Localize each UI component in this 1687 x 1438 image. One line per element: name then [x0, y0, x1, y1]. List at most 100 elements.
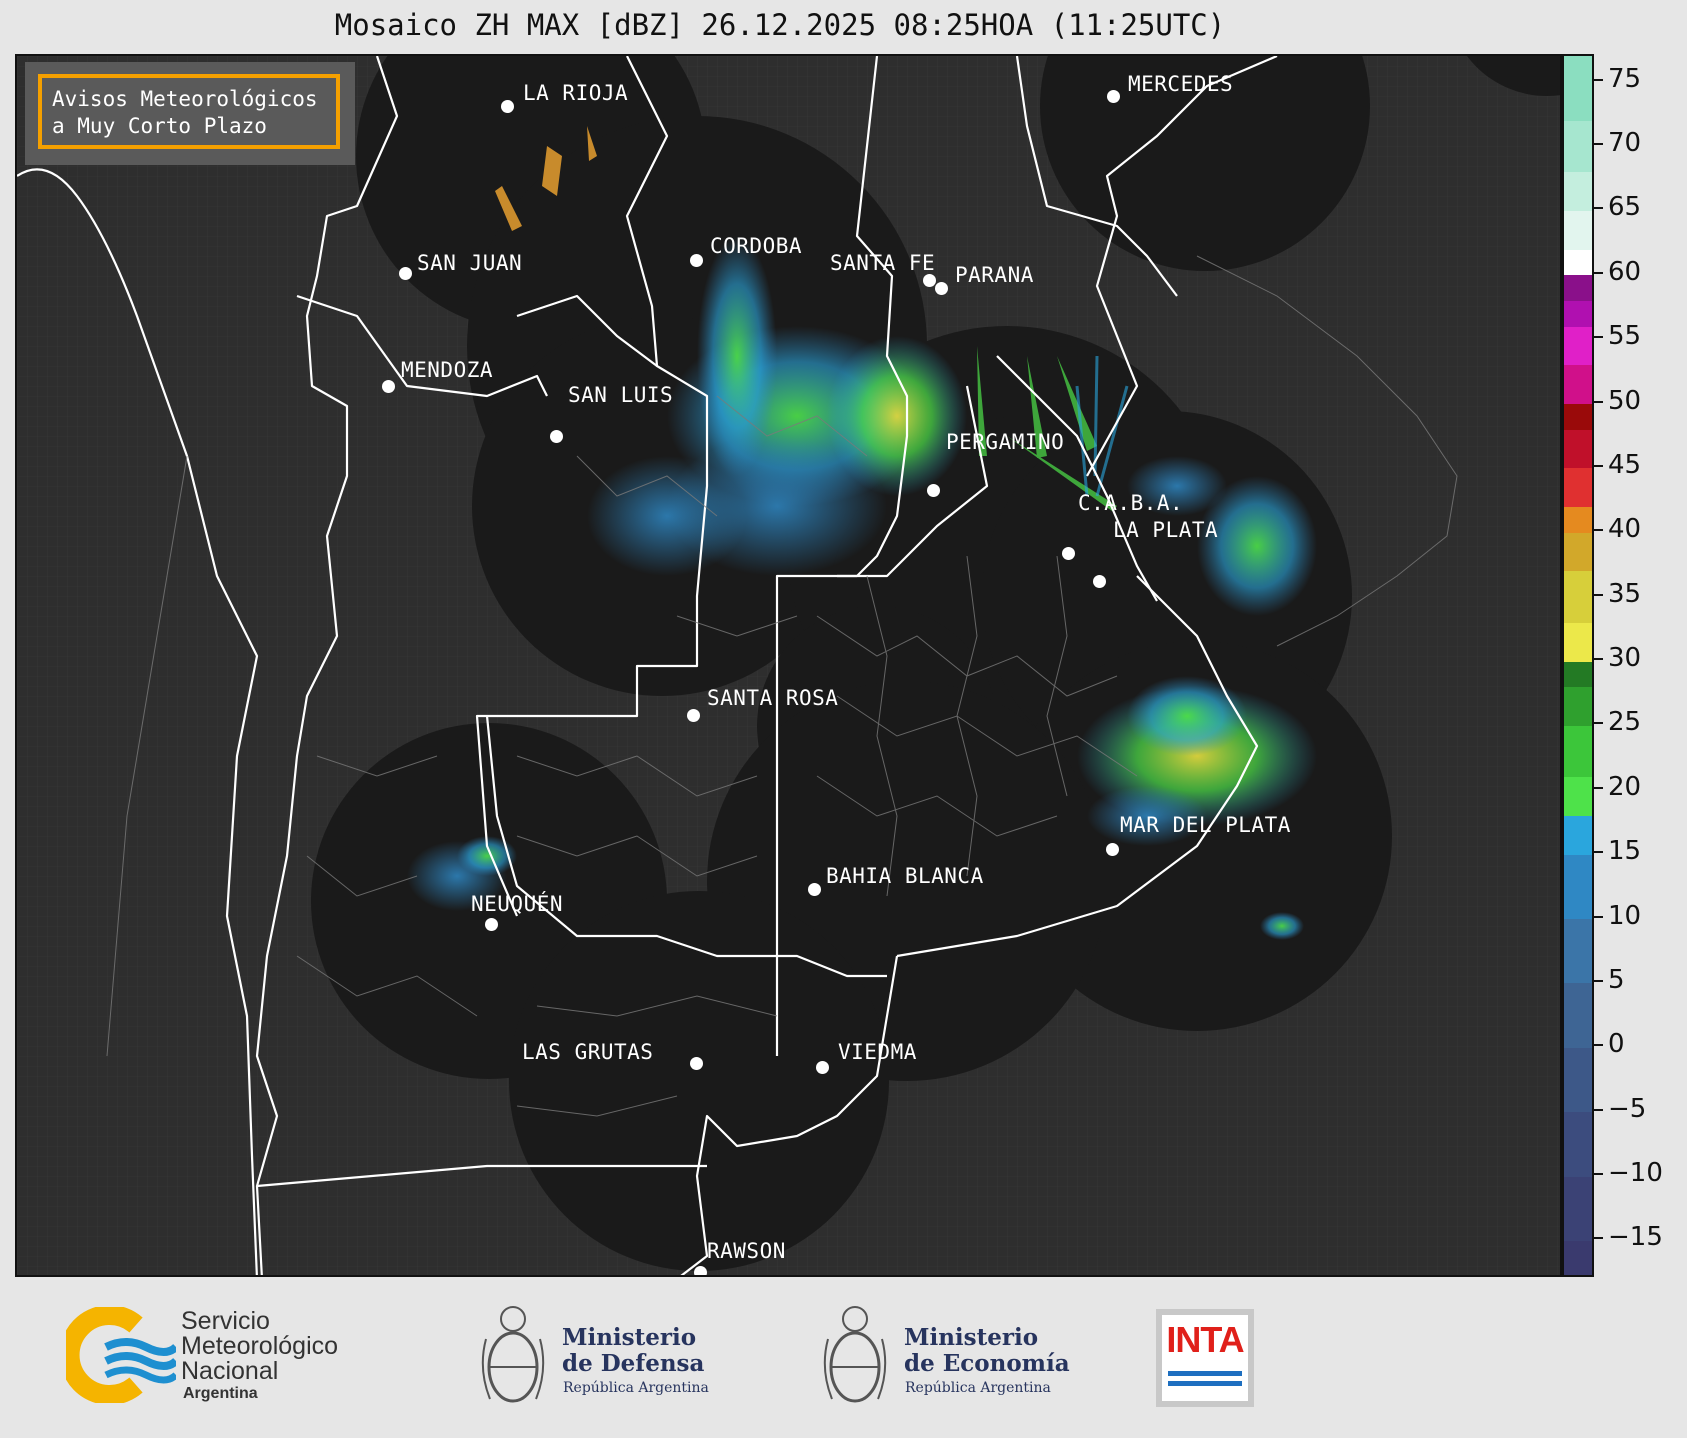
- colorbar-tick-label: 50: [1608, 385, 1642, 416]
- colorbar-segment: [1564, 776, 1592, 817]
- inta-logo: INTA: [1156, 1309, 1254, 1407]
- colorbar-tick-label: −15: [1608, 1222, 1663, 1253]
- colorbar-segment: [1564, 120, 1592, 173]
- colorbar-segment: [1564, 403, 1592, 430]
- colorbar-segment: [1564, 661, 1592, 688]
- colorbar-segment: [1564, 326, 1592, 366]
- avisos-line-1: Avisos Meteorológicos: [52, 87, 318, 111]
- colorbar-segment: [1564, 982, 1592, 1048]
- defensa-line-2: de Defensa: [562, 1350, 705, 1377]
- city-dot-la-plata[interactable]: [1093, 575, 1106, 588]
- city-label-las-grutas: LAS GRUTAS: [522, 1040, 654, 1064]
- colorbar-tick-label: 25: [1608, 707, 1642, 738]
- city-dot-mendoza[interactable]: [382, 380, 395, 393]
- colorbar-tick-label: 60: [1608, 256, 1642, 287]
- colorbar-tick: [1594, 1173, 1603, 1175]
- inta-logo-text: INTA: [1166, 1319, 1244, 1360]
- coat-of-arms-icon: [481, 1306, 545, 1403]
- colorbar-tick: [1594, 1044, 1603, 1047]
- colorbar-tick: [1594, 271, 1603, 274]
- city-dot-la-rioja[interactable]: [501, 100, 514, 113]
- city-dot-santa-fe[interactable]: [923, 274, 936, 287]
- city-label-caba: C.A.B.A.: [1078, 491, 1184, 515]
- city-label-la-rioja: LA RIOJA: [523, 81, 629, 105]
- city-dot-parana[interactable]: [935, 282, 948, 295]
- colorbar-segment: [1564, 56, 1592, 121]
- colorbar-tick: [1594, 529, 1603, 532]
- city-dot-bahia-blanca[interactable]: [808, 883, 821, 896]
- colorbar-segment: [1564, 274, 1592, 302]
- economia-line-1: Ministerio: [904, 1324, 1039, 1351]
- city-label-san-juan: SAN JUAN: [417, 251, 523, 275]
- colorbar-tick: [1594, 786, 1603, 789]
- colorbar-segment: [1564, 364, 1592, 405]
- radar-map[interactable]: LA RIOJA MERCEDES SAN JUAN CORDOBA SANTA…: [15, 54, 1562, 1277]
- city-dot-san-luis[interactable]: [550, 430, 563, 443]
- colorbar-segment: [1564, 249, 1592, 276]
- city-dot-san-juan[interactable]: [399, 267, 412, 280]
- colorbar-tick: [1594, 464, 1603, 467]
- smn-logo-icon: [66, 1307, 176, 1403]
- city-dot-neuquen[interactable]: [485, 918, 498, 931]
- city-dot-las-grutas[interactable]: [690, 1057, 703, 1070]
- colorbar-tick-label: 55: [1608, 321, 1642, 352]
- avisos-panel[interactable]: Avisos Meteorológicos a Muy Corto Plazo: [25, 62, 355, 165]
- smn-name-line-3: Nacional: [181, 1357, 279, 1385]
- city-dot-mercedes[interactable]: [1107, 90, 1120, 103]
- colorbar-tick-label: 65: [1608, 192, 1642, 223]
- colorbar-segment: [1564, 815, 1592, 855]
- colorbar-segment: [1564, 467, 1592, 508]
- city-label-mendoza: MENDOZA: [401, 358, 494, 382]
- colorbar-tick: [1594, 658, 1603, 661]
- colorbar-segment: [1564, 570, 1592, 623]
- avisos-link[interactable]: Avisos Meteorológicos a Muy Corto Plazo: [38, 74, 340, 149]
- city-label-rawson: RAWSON: [707, 1239, 786, 1263]
- economia-line-3: República Argentina: [905, 1380, 1051, 1396]
- defensa-line-3: República Argentina: [563, 1380, 709, 1396]
- coat-of-arms-icon-economia: [823, 1306, 887, 1403]
- city-dot-santa-rosa[interactable]: [687, 709, 700, 722]
- city-dot-viedma[interactable]: [816, 1061, 829, 1074]
- city-label-neuquen: NEUQUÉN: [471, 892, 564, 916]
- city-label-mercedes: MERCEDES: [1128, 72, 1234, 96]
- radar-disc-grutas: [509, 891, 889, 1271]
- colorbar-tick: [1594, 851, 1603, 854]
- colorbar-segment: [1564, 1176, 1592, 1241]
- avisos-line-2: a Muy Corto Plazo: [52, 114, 267, 138]
- colorbar-segment: [1564, 622, 1592, 662]
- city-dot-caba[interactable]: [1062, 547, 1075, 560]
- colorbar-segment: [1564, 300, 1592, 327]
- city-label-san-luis: SAN LUIS: [568, 383, 674, 407]
- colorbar-segment: [1564, 171, 1592, 211]
- colorbar-tick: [1594, 1108, 1603, 1111]
- city-label-pergamino: PERGAMINO: [946, 430, 1065, 454]
- city-label-bahia-blanca: BAHIA BLANCA: [826, 864, 984, 888]
- colorbar-segment: [1564, 1047, 1592, 1113]
- colorbar-segment: [1564, 854, 1592, 920]
- dbz-colorbar: [1562, 54, 1594, 1277]
- city-dot-rawson[interactable]: [694, 1266, 707, 1275]
- city-label-santa-fe: SANTA FE: [830, 251, 936, 275]
- colorbar-tick-label: 10: [1608, 900, 1642, 931]
- colorbar-tick-label: 75: [1608, 63, 1642, 94]
- city-dot-mar-del-plata[interactable]: [1106, 843, 1119, 856]
- colorbar-tick-label: 35: [1608, 578, 1642, 609]
- city-dot-cordoba[interactable]: [690, 254, 703, 267]
- city-label-la-plata: LA PLATA: [1113, 518, 1219, 542]
- colorbar-tick-label: 40: [1608, 514, 1642, 545]
- smn-name-line-4: Argentina: [183, 1385, 258, 1402]
- city-dot-pergamino[interactable]: [927, 484, 940, 497]
- colorbar-tick-label: 30: [1608, 643, 1642, 674]
- colorbar-segment: [1564, 210, 1592, 250]
- colorbar-segment: [1564, 1111, 1592, 1177]
- colorbar-segment: [1564, 918, 1592, 984]
- colorbar-tick: [1594, 400, 1603, 403]
- map-title: Mosaico ZH MAX [dBZ] 26.12.2025 08:25HOA…: [334, 8, 1226, 42]
- colorbar-tick: [1594, 143, 1603, 146]
- colorbar-tick-label: 70: [1608, 128, 1642, 159]
- colorbar-tick-label: −10: [1608, 1158, 1663, 1188]
- colorbar-tick: [1594, 336, 1603, 339]
- colorbar-tick-label: 5: [1608, 964, 1625, 995]
- colorbar-tick: [1594, 593, 1603, 596]
- colorbar-tick-label: −5: [1608, 1093, 1647, 1124]
